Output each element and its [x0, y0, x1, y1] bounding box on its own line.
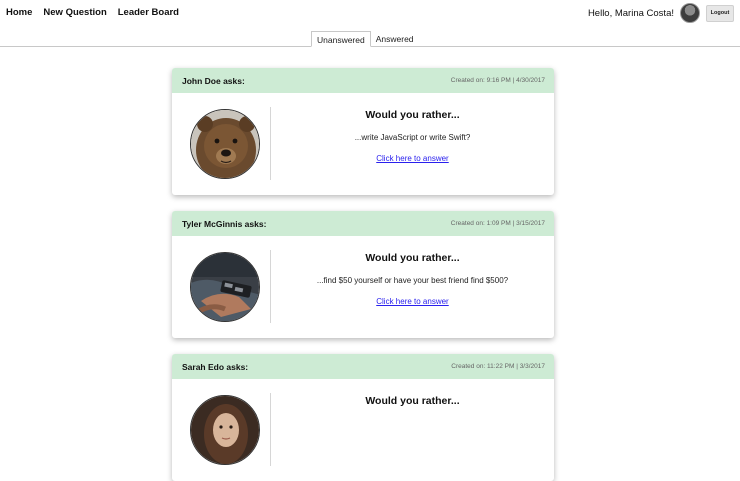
card-header: Sarah Edo asks: Created on: 11:22 PM | 3…	[172, 354, 554, 379]
question-tabs: Unanswered Answered	[311, 31, 419, 47]
bear-photo-icon	[191, 110, 259, 178]
card-author: John Doe asks:	[182, 75, 245, 86]
question-title: Would you rather...	[365, 252, 460, 264]
tab-unanswered[interactable]: Unanswered	[311, 31, 371, 47]
question-title: Would you rather...	[365, 395, 460, 407]
card-body: Would you rather...	[172, 379, 554, 481]
question-card: John Doe asks: Created on: 9:16 PM | 4/3…	[172, 68, 554, 195]
tabs-bar: Unanswered Answered	[0, 31, 740, 47]
card-created-date: Created on: 11:22 PM | 3/3/2017	[451, 363, 545, 370]
card-author: Sarah Edo asks:	[182, 361, 249, 372]
woman-photo-icon	[191, 396, 259, 464]
nav-leader-board-link[interactable]: Leader Board	[118, 7, 179, 18]
question-preview: ...find $50 yourself or have your best f…	[316, 276, 509, 285]
nav-links: Home New Question Leader Board	[6, 7, 190, 18]
user-avatar	[680, 3, 700, 23]
card-author: Tyler McGinnis asks:	[182, 218, 267, 229]
navbar: Home New Question Leader Board Hello, Ma…	[0, 0, 740, 26]
nav-new-question-link[interactable]: New Question	[43, 7, 106, 18]
answer-link[interactable]: Click here to answer	[271, 154, 554, 163]
author-avatar	[190, 252, 260, 322]
card-created-date: Created on: 9:16 PM | 4/30/2017	[450, 77, 545, 84]
hands-photo-icon	[191, 253, 259, 321]
card-body: Would you rather... ...find $50 yourself…	[172, 236, 554, 338]
author-avatar	[190, 109, 260, 179]
question-card: Tyler McGinnis asks: Created on: 1:09 PM…	[172, 211, 554, 338]
author-avatar	[190, 395, 260, 465]
question-title: Would you rather...	[365, 109, 460, 121]
tab-answered[interactable]: Answered	[371, 31, 419, 47]
card-header: John Doe asks: Created on: 9:16 PM | 4/3…	[172, 68, 554, 93]
card-body: Would you rather... ...write JavaScript …	[172, 93, 554, 195]
user-area: Hello, Marina Costa! Logout	[588, 3, 734, 23]
question-card: Sarah Edo asks: Created on: 11:22 PM | 3…	[172, 354, 554, 481]
logout-button[interactable]: Logout	[706, 4, 734, 22]
question-preview: ...write JavaScript or write Swift?	[354, 133, 471, 142]
card-created-date: Created on: 1:09 PM | 3/15/2017	[450, 220, 545, 227]
user-greeting: Hello, Marina Costa!	[587, 7, 674, 19]
nav-home-link[interactable]: Home	[6, 7, 32, 18]
answer-link[interactable]: Click here to answer	[271, 297, 554, 306]
card-header: Tyler McGinnis asks: Created on: 1:09 PM…	[172, 211, 554, 236]
